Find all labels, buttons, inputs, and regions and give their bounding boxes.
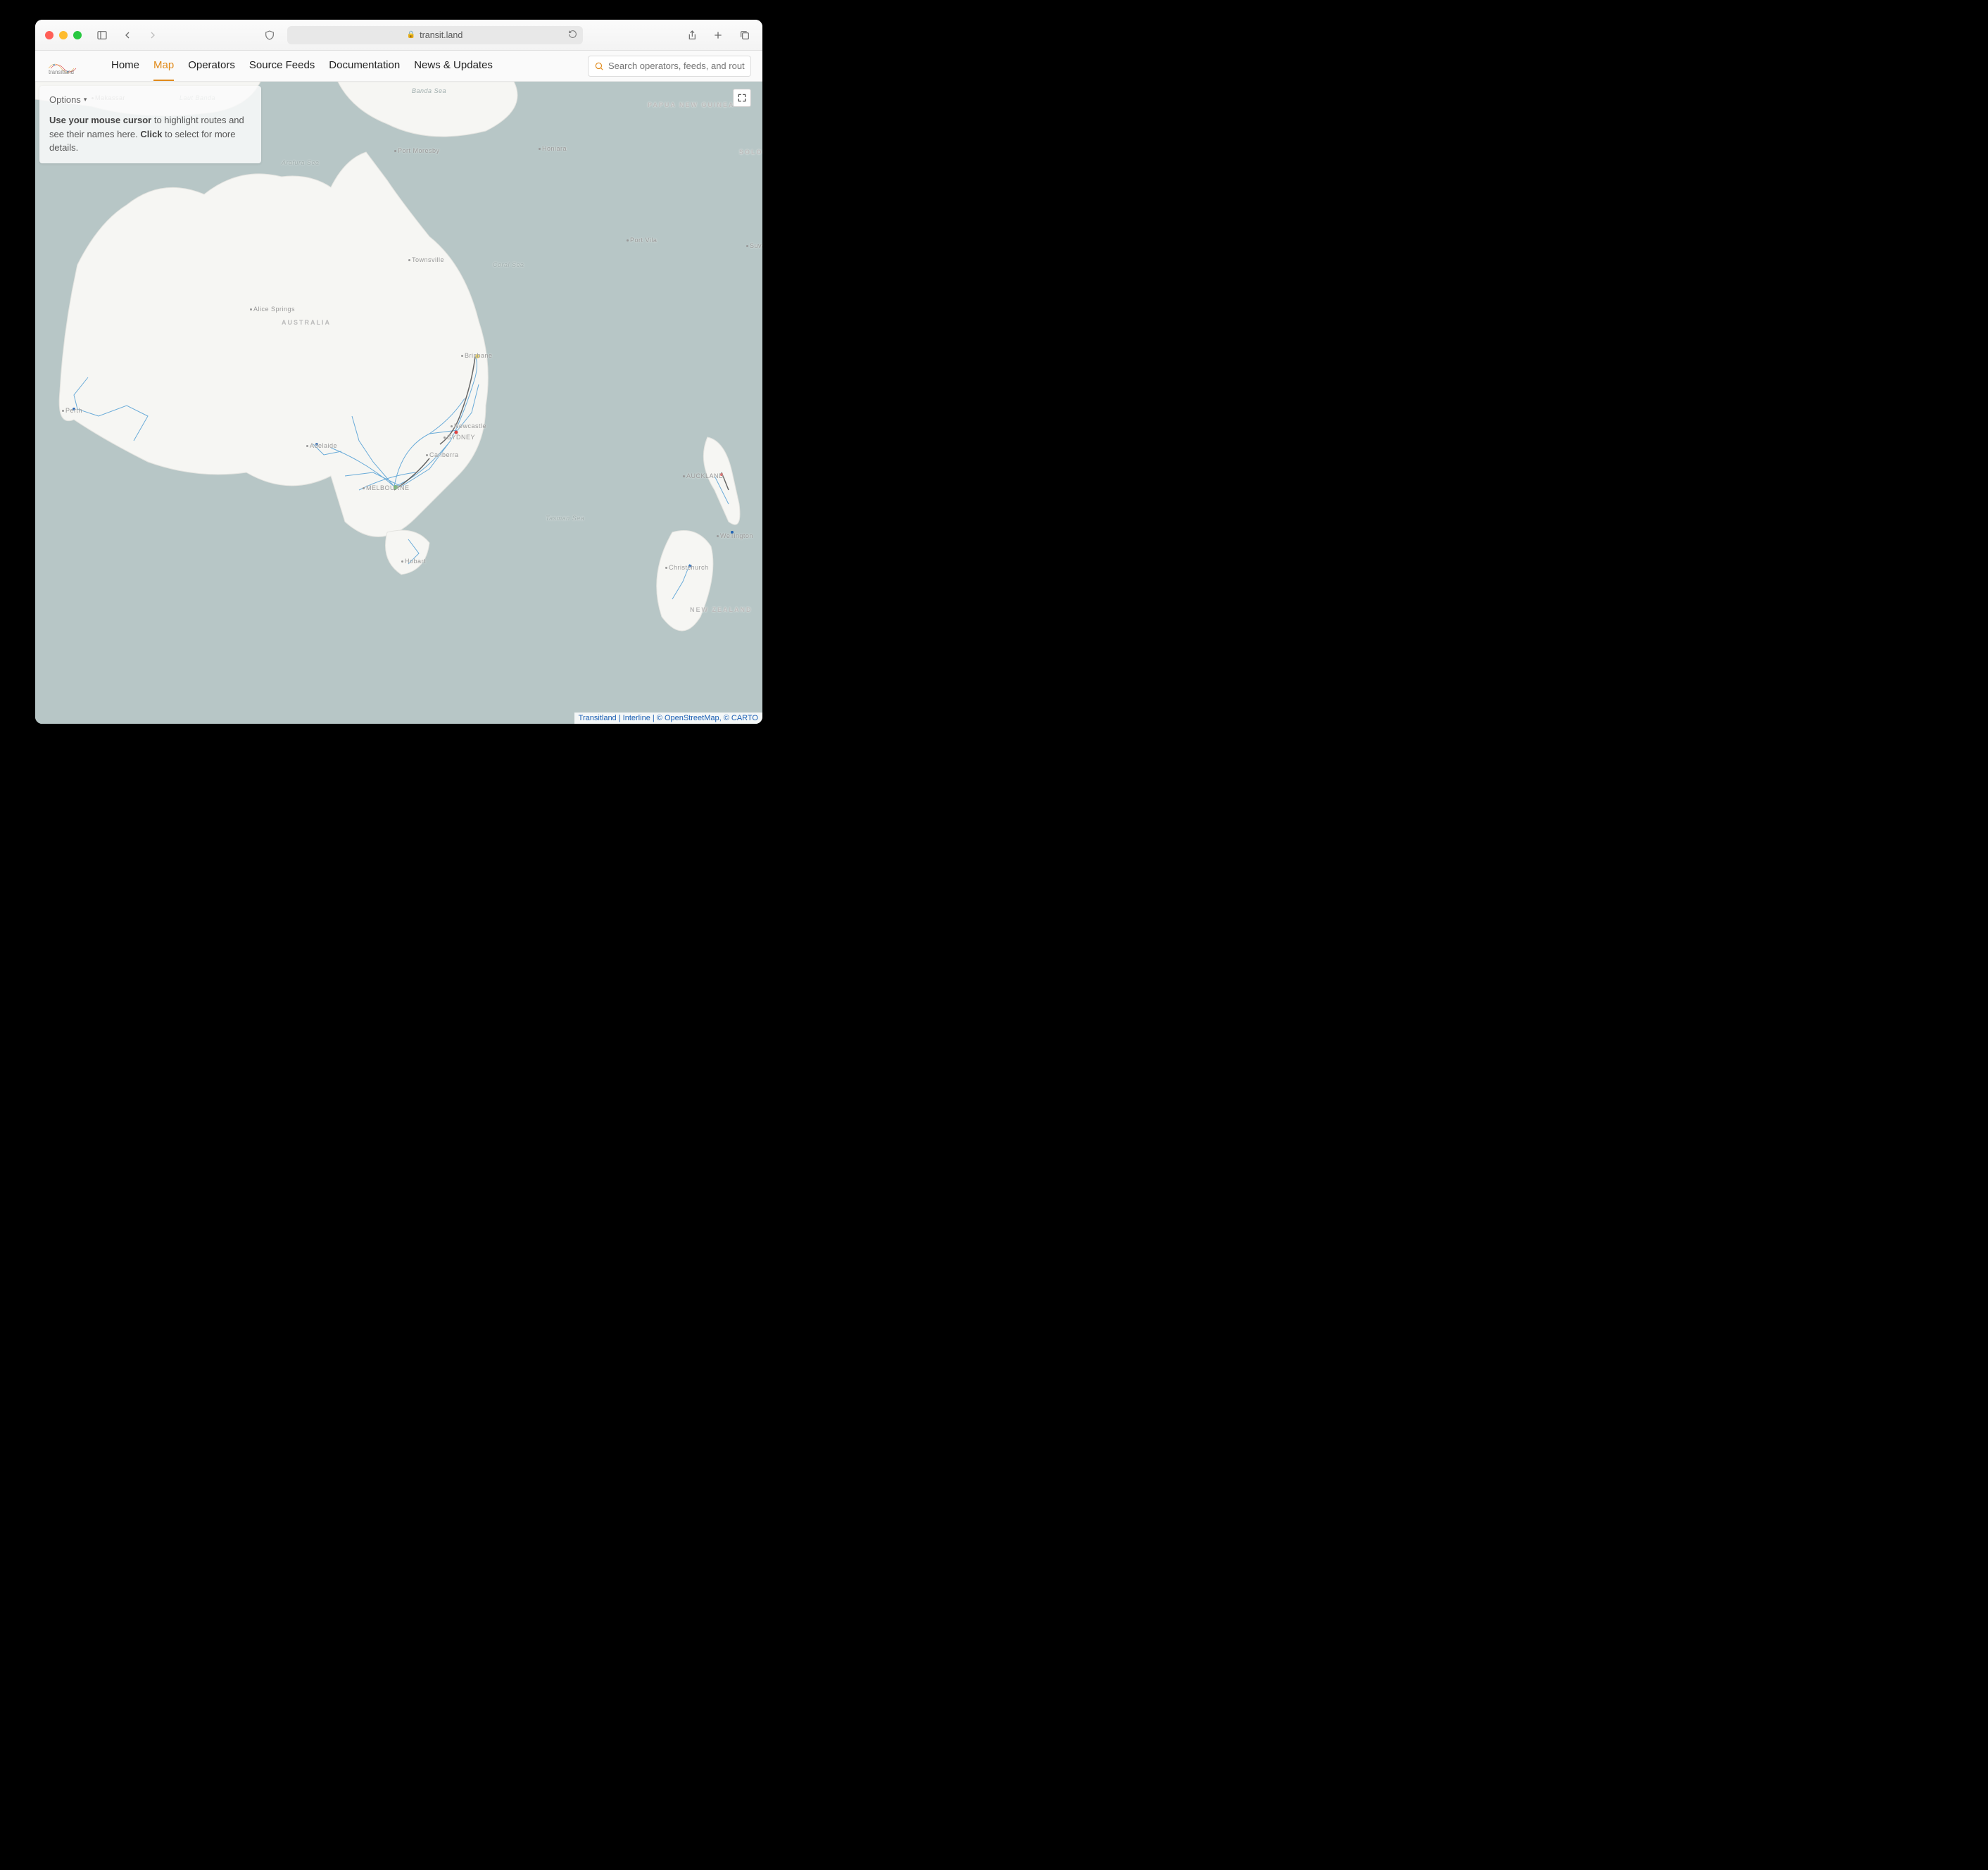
map-label-city: Suva — [746, 242, 762, 249]
share-icon[interactable] — [684, 27, 699, 43]
attr-transitland[interactable]: Transitland — [579, 714, 617, 722]
map-label-city: Townsville — [408, 256, 444, 263]
browser-window: 🔒 transit.land trans — [35, 20, 762, 724]
nav-operators[interactable]: Operators — [188, 51, 235, 81]
options-hint: Use your mouse cursor to highlight route… — [49, 113, 251, 155]
search-box[interactable] — [588, 56, 751, 77]
app-navbar: transitland Home Map Operators Source Fe… — [35, 51, 762, 82]
map-label-country: AUSTRALIA — [282, 319, 331, 326]
fullscreen-button[interactable] — [733, 89, 751, 107]
search-input[interactable] — [608, 61, 745, 71]
hint-bold-1: Use your mouse cursor — [49, 115, 151, 125]
map-label-city: Alice Springs — [250, 306, 295, 313]
nav-source-feeds[interactable]: Source Feeds — [249, 51, 315, 81]
options-label: Options — [49, 94, 81, 105]
forward-button[interactable] — [145, 27, 161, 43]
map-label-city: Brisbane — [461, 352, 493, 359]
map-label-city: Canberra — [426, 451, 459, 458]
map-label-city: Newcastle — [451, 422, 486, 429]
fullscreen-icon — [737, 93, 747, 103]
map-label-city: Port Vila — [627, 237, 657, 244]
main-nav: Home Map Operators Source Feeds Document… — [111, 51, 493, 81]
transitland-logo[interactable]: transitland — [46, 56, 97, 77]
map-label-city: Honiara — [539, 145, 567, 152]
map-label-city: Wellington — [717, 532, 753, 539]
titlebar: 🔒 transit.land — [35, 20, 762, 51]
back-button[interactable] — [120, 27, 135, 43]
close-window-button[interactable] — [45, 31, 54, 39]
privacy-shield-icon[interactable] — [262, 27, 277, 43]
map-label-country: PAPUA NEW GUINEA — [648, 101, 735, 108]
nav-news-updates[interactable]: News & Updates — [414, 51, 493, 81]
options-panel: Options ▾ Use your mouse cursor to highl… — [39, 86, 261, 163]
lock-icon: 🔒 — [407, 31, 415, 39]
map-label-sea: Tasman Sea — [546, 515, 584, 522]
nav-documentation[interactable]: Documentation — [329, 51, 400, 81]
map-label-city: Port Moresby — [394, 147, 440, 154]
new-tab-icon[interactable] — [710, 27, 726, 43]
nav-map[interactable]: Map — [153, 51, 174, 81]
map-label-city: Christchurch — [665, 564, 709, 571]
map-attribution: Transitland | Interline | © OpenStreetMa… — [574, 713, 762, 724]
url-text: transit.land — [420, 30, 463, 40]
url-bar[interactable]: 🔒 transit.land — [287, 26, 583, 44]
traffic-lights — [45, 31, 82, 39]
reload-icon[interactable] — [568, 30, 577, 41]
attr-carto[interactable]: CARTO — [731, 714, 758, 722]
map-landmasses — [35, 82, 762, 724]
nav-home[interactable]: Home — [111, 51, 139, 81]
attr-interline[interactable]: Interline — [623, 714, 650, 722]
map-label-sea: Coral Sea — [493, 261, 524, 268]
map-label-sea: Arafura Sea — [282, 159, 320, 166]
chevron-down-icon: ▾ — [84, 96, 87, 103]
map-label-country: SOLOMON ISLANDS — [739, 149, 762, 156]
maximize-window-button[interactable] — [73, 31, 82, 39]
map-label-country: NEW ZEALAND — [690, 606, 753, 613]
minimize-window-button[interactable] — [59, 31, 68, 39]
attr-osm[interactable]: OpenStreetMap — [665, 714, 719, 722]
map-label-city: SYDNEY — [443, 434, 475, 441]
map-label-city: AUCKLAND — [683, 472, 724, 479]
options-toggle[interactable]: Options ▾ — [49, 94, 251, 105]
sidebar-toggle-icon[interactable] — [94, 27, 110, 43]
tabs-overview-icon[interactable] — [737, 27, 753, 43]
map-label-city: Perth — [62, 407, 82, 414]
map-label-city: MELBOURNE — [363, 484, 410, 491]
map-label-sea: Banda Sea — [412, 87, 446, 94]
hint-bold-2: Click — [140, 129, 162, 139]
map-label-city: Hobart — [401, 558, 426, 565]
svg-text:transitland: transitland — [49, 68, 74, 75]
map-label-city: Adelaide — [306, 442, 337, 449]
search-icon — [594, 61, 604, 71]
map[interactable]: AUSTRALIA PAPUA NEW GUINEA SOLOMON ISLANDS… — [35, 82, 762, 724]
